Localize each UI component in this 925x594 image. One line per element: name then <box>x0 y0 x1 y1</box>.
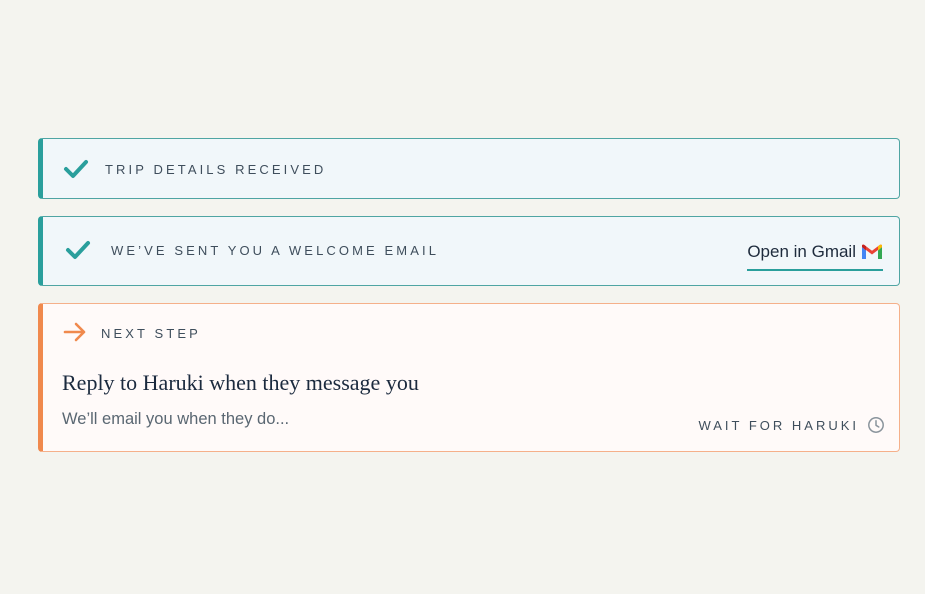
next-step-subtitle: We’ll email you when they do... <box>62 410 290 428</box>
wait-status-label: WAIT FOR HARUKI <box>698 417 859 433</box>
next-step-label: NEXT STEP <box>101 326 201 341</box>
step-card-trip-details: TRIP DETAILS RECEIVED <box>38 138 900 199</box>
next-step-card: NEXT STEP Reply to Haruki when they mess… <box>38 303 900 452</box>
next-step-title: Reply to Haruki when they message you <box>62 370 419 395</box>
step-label: WE’VE SENT YOU A WELCOME EMAIL <box>111 243 440 258</box>
step-label: TRIP DETAILS RECEIVED <box>105 162 327 177</box>
step-card-welcome-email: WE’VE SENT YOU A WELCOME EMAIL Open in G… <box>38 216 900 286</box>
wait-status: WAIT FOR HARUKI <box>698 416 885 434</box>
clock-icon <box>867 416 885 434</box>
open-in-gmail-label: Open in Gmail <box>747 242 856 261</box>
arrow-right-icon <box>63 322 87 342</box>
open-in-gmail-link[interactable]: Open in Gmail <box>747 237 883 271</box>
check-icon <box>65 240 91 260</box>
gmail-icon <box>861 244 883 260</box>
check-icon <box>63 159 89 179</box>
